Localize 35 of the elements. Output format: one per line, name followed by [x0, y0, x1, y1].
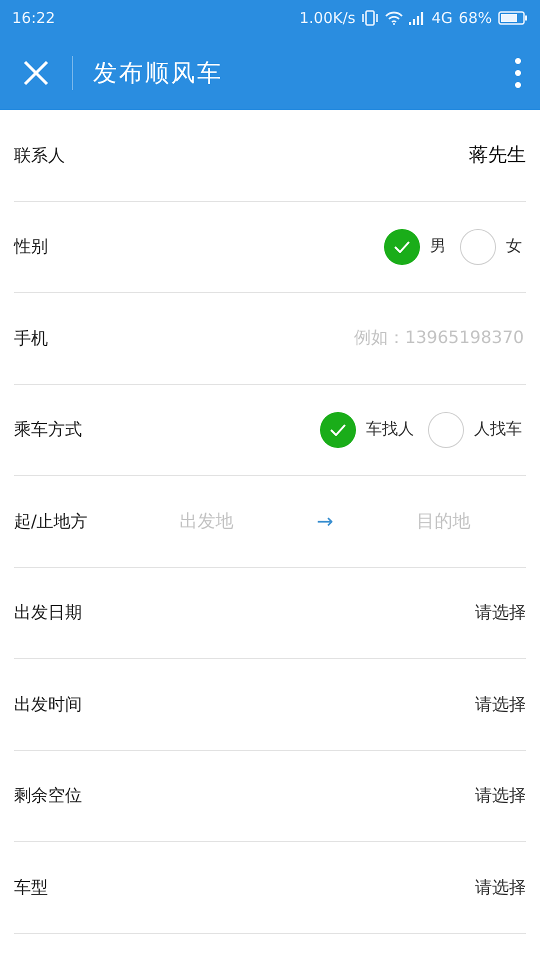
field-label: 剩余空位	[14, 785, 83, 808]
field-label: 车型	[14, 876, 49, 899]
signal-icon	[409, 11, 426, 25]
field-label: 出发时间	[14, 694, 83, 716]
radio-button[interactable]	[384, 228, 420, 265]
wifi-icon	[385, 11, 404, 25]
network-speed: 1.00K/s	[299, 9, 356, 27]
check-icon	[394, 240, 410, 253]
radio-label: 女	[506, 236, 522, 258]
arrow: →	[316, 509, 334, 534]
field-label: 性别	[14, 236, 49, 258]
radio-button[interactable]	[320, 412, 356, 448]
radio-label: 车找人	[366, 419, 414, 440]
vibrate-icon	[361, 10, 380, 26]
battery-level: 68%	[458, 9, 492, 27]
page-title: 发布顺风车	[93, 58, 224, 89]
check-icon	[330, 424, 346, 436]
field-value: 蒋先生	[469, 143, 526, 168]
field-label: 联系人	[14, 144, 66, 167]
field-label: 乘车方式	[14, 419, 83, 442]
time: 16:22	[12, 9, 56, 27]
battery-icon	[498, 11, 528, 25]
select-picker[interactable]: 请选择	[475, 876, 526, 899]
more-menu-button[interactable]	[512, 57, 524, 89]
radio-button[interactable]	[428, 412, 464, 448]
radio-label: 人找车	[474, 419, 522, 440]
radio-button[interactable]	[460, 228, 496, 265]
field-label: 手机	[14, 328, 49, 350]
select-picker[interactable]: 请选择	[475, 784, 526, 808]
select-picker[interactable]: 请选择	[475, 601, 526, 624]
select-picker[interactable]: 请选择	[475, 692, 526, 716]
network-type: 4G	[431, 9, 453, 27]
radio-label: 男	[430, 236, 446, 258]
field-label: 出发日期	[14, 602, 83, 624]
field-label: 起/止地方	[14, 510, 89, 533]
